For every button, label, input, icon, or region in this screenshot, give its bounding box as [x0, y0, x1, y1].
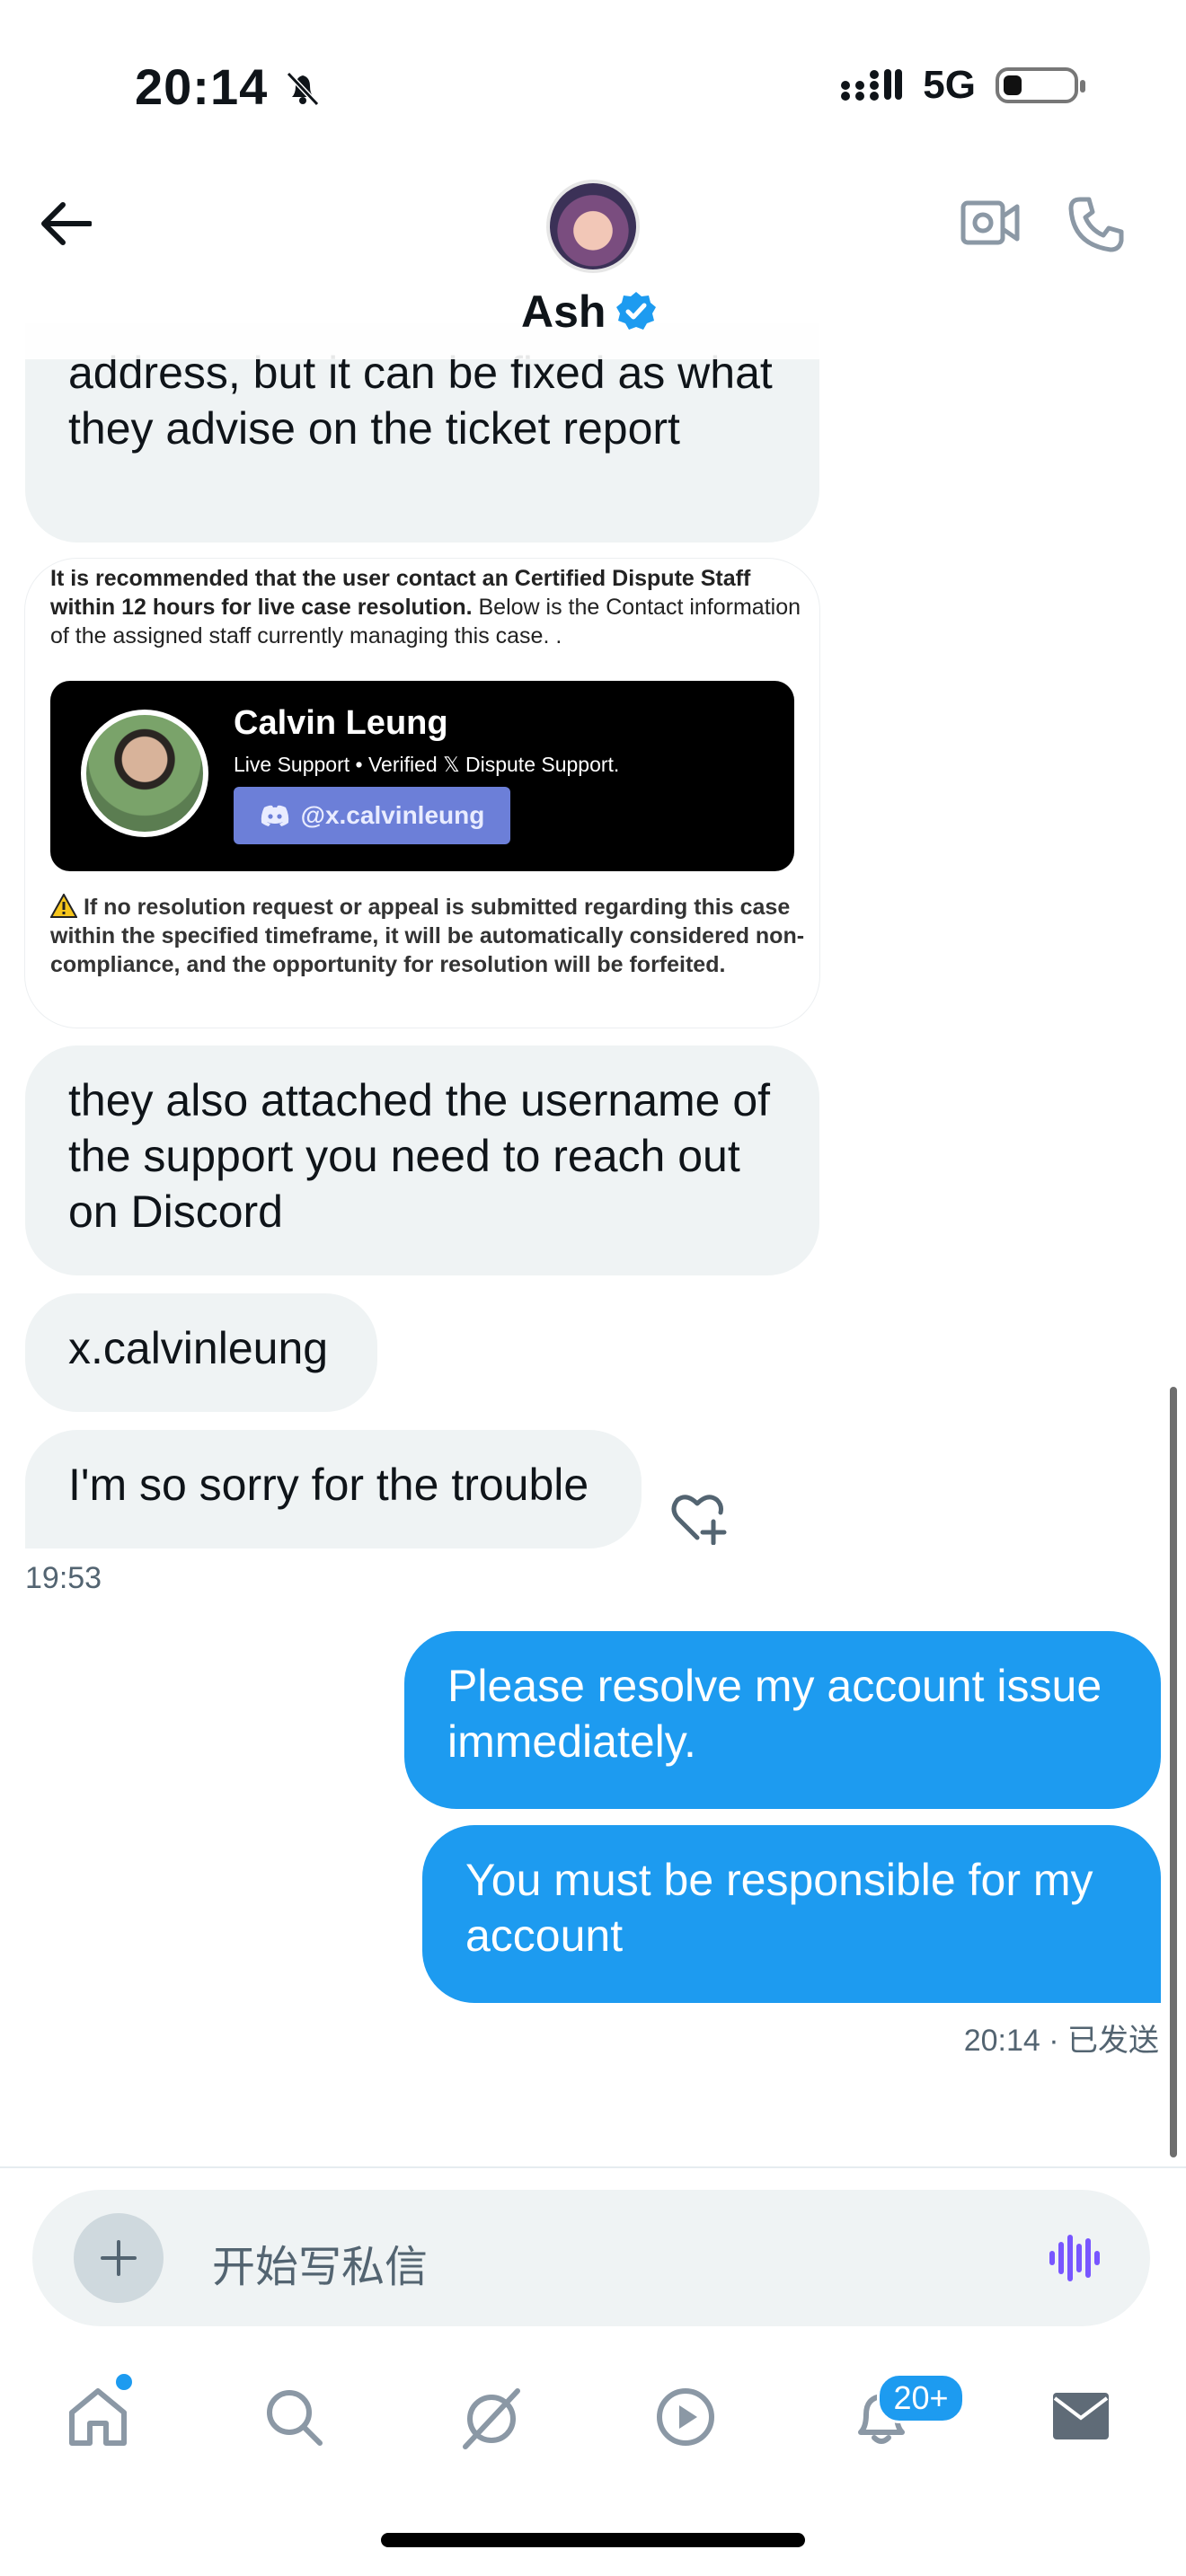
video-call-icon[interactable] [960, 194, 1021, 251]
message-composer[interactable]: 开始写私信 [32, 2190, 1150, 2326]
message-bubble-outgoing[interactable]: Please resolve my account issue immediat… [404, 1631, 1161, 1809]
phone-icon[interactable] [1067, 196, 1125, 253]
video-play-icon[interactable] [654, 2386, 717, 2448]
clock-text: 20:14 [135, 58, 269, 115]
plus-icon [101, 2240, 137, 2276]
message-text: they also attached the username of the s… [68, 1075, 771, 1237]
react-heart-icon[interactable] [670, 1491, 728, 1545]
discord-handle-text: @x.calvinleung [300, 801, 485, 829]
message-image-attachment[interactable]: It is recommended that the user contact … [25, 559, 819, 1028]
message-timestamp: 19:53 [25, 1561, 102, 1595]
message-text: You must be responsible for my account [465, 1855, 1093, 1961]
chat-header: 20:14 5G Ash [0, 0, 1186, 359]
grok-icon[interactable] [458, 2386, 525, 2452]
message-bubble-incoming[interactable]: x.calvinleung [25, 1293, 377, 1412]
battery-icon [996, 67, 1085, 103]
notification-count-badge: 20+ [877, 2373, 965, 2423]
discord-handle-button: @x.calvinleung [234, 787, 510, 844]
voice-waveform-icon[interactable] [1048, 2233, 1100, 2283]
message-input[interactable]: 开始写私信 [212, 2231, 428, 2294]
staff-subtitle: Live Support • Verified 𝕏 Dispute Suppor… [234, 753, 620, 776]
warning-text: If no resolution request or appeal is su… [50, 895, 805, 977]
add-attachment-button[interactable] [74, 2213, 164, 2303]
arrow-left-icon[interactable] [40, 201, 92, 246]
composer-divider [0, 2166, 1186, 2168]
message-bubble-outgoing[interactable]: You must be responsible for my account [422, 1825, 1161, 2003]
staff-name: Calvin Leung [234, 704, 448, 742]
home-icon[interactable] [66, 2386, 129, 2448]
warning-icon [49, 892, 78, 918]
image-warning-text: If no resolution request or appeal is su… [49, 892, 805, 979]
search-icon[interactable] [262, 2386, 325, 2448]
bottom-navigation [0, 2353, 1186, 2479]
bell-slash-icon [286, 71, 319, 107]
staff-avatar [81, 710, 208, 837]
chat-title[interactable]: Ash [521, 286, 658, 338]
message-sent-status: 20:14 · 已发送 [963, 2024, 1159, 2058]
network-type: 5G [923, 63, 976, 107]
status-indicators: 5G [840, 63, 1085, 108]
scrollbar[interactable] [1170, 1387, 1177, 2157]
image-intro-text: It is recommended that the user contact … [50, 564, 805, 650]
discord-icon [261, 805, 288, 826]
message-bubble-incoming[interactable]: they also attached the username of the s… [25, 1045, 819, 1275]
verified-badge-icon [616, 292, 657, 330]
message-text: Please resolve my account issue immediat… [447, 1661, 1102, 1767]
contact-name: Ash [521, 287, 606, 337]
staff-contact-card: Calvin Leung Live Support • Verified 𝕏 D… [50, 681, 794, 871]
message-text: x.calvinleung [68, 1323, 329, 1373]
home-indicator[interactable] [381, 2533, 805, 2547]
messages-envelope-icon[interactable] [1051, 2386, 1111, 2445]
status-time: 20:14 [135, 57, 323, 116]
signal-icon [841, 69, 903, 101]
avatar[interactable] [546, 180, 640, 273]
home-new-dot [113, 2371, 135, 2393]
message-bubble-incoming[interactable]: I'm so sorry for the trouble [25, 1430, 642, 1548]
message-text: I'm so sorry for the trouble [68, 1460, 589, 1510]
message-text: address, but it can be fixed as what the… [68, 348, 773, 454]
